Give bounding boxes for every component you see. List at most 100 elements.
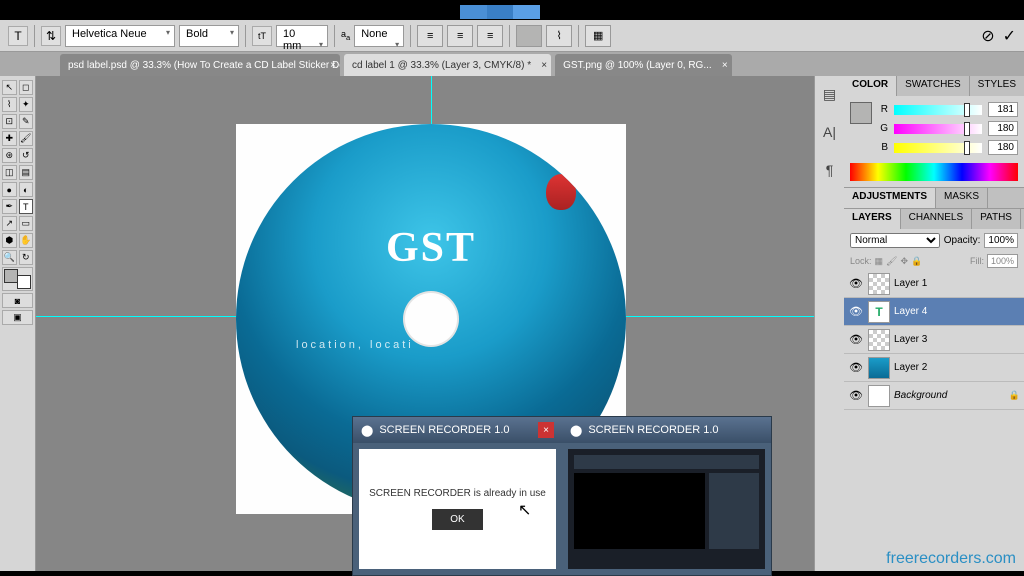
- eraser-tool[interactable]: ◫: [2, 165, 17, 180]
- visibility-toggle[interactable]: 👁: [848, 332, 864, 348]
- layer-item[interactable]: 👁 Layer 1: [844, 270, 1024, 298]
- character-panel-button[interactable]: ▦: [585, 25, 611, 47]
- layer-name[interactable]: Layer 1: [894, 278, 1020, 289]
- tab-swatches[interactable]: SWATCHES: [897, 76, 970, 96]
- history-brush-tool[interactable]: ↺: [19, 148, 34, 163]
- tab-styles[interactable]: STYLES: [970, 76, 1024, 96]
- crop-tool[interactable]: ⊡: [2, 114, 17, 129]
- layer-item[interactable]: 👁T Layer 4: [844, 298, 1024, 326]
- close-icon[interactable]: ×: [722, 60, 728, 71]
- foreground-swatch[interactable]: [850, 102, 872, 124]
- lasso-tool[interactable]: ⌇: [2, 97, 17, 112]
- font-weight-dropdown[interactable]: Bold: [179, 25, 239, 47]
- align-left-button[interactable]: ≡: [417, 25, 443, 47]
- opacity-value[interactable]: 100%: [984, 233, 1018, 248]
- history-panel-icon[interactable]: ▤: [820, 84, 840, 104]
- align-center-button[interactable]: ≡: [447, 25, 473, 47]
- document-tab[interactable]: GST.png @ 100% (Layer 0, RG...×: [555, 54, 732, 76]
- cancel-icon[interactable]: ⊘: [981, 26, 994, 46]
- color-swatches[interactable]: [2, 267, 33, 291]
- marquee-tool[interactable]: ◻: [19, 80, 34, 95]
- type-tool[interactable]: T: [19, 199, 34, 214]
- eyedropper-tool[interactable]: ✎: [19, 114, 34, 129]
- 3d-tool[interactable]: ⬢: [2, 233, 17, 248]
- align-right-button[interactable]: ≡: [477, 25, 503, 47]
- visibility-toggle[interactable]: 👁: [848, 276, 864, 292]
- lock-all-icon[interactable]: 🔒: [911, 256, 922, 267]
- layer-item[interactable]: 👁 Layer 2: [844, 354, 1024, 382]
- layer-thumbnail[interactable]: [868, 329, 890, 351]
- adjust-panel-tabs: ADJUSTMENTS MASKS: [844, 188, 1024, 208]
- brush-tool[interactable]: 🖌: [19, 131, 34, 146]
- layer-thumbnail[interactable]: T: [868, 301, 890, 323]
- close-icon[interactable]: ×: [541, 60, 547, 71]
- path-tool[interactable]: ↗: [2, 216, 17, 231]
- antialiasing-dropdown[interactable]: None: [354, 25, 404, 47]
- font-size-dropdown[interactable]: 10 mm: [276, 25, 328, 47]
- rotate-tool[interactable]: ↻: [19, 250, 34, 265]
- tab-masks[interactable]: MASKS: [936, 188, 988, 208]
- spectrum-bar[interactable]: [850, 163, 1018, 181]
- ok-button[interactable]: OK: [432, 509, 482, 530]
- dodge-tool[interactable]: ◐: [19, 182, 34, 197]
- pen-tool[interactable]: ✒: [2, 199, 17, 214]
- quickmask-toggle[interactable]: ◙: [2, 293, 33, 308]
- close-icon[interactable]: ×: [330, 60, 336, 71]
- hand-tool[interactable]: ✋: [19, 233, 34, 248]
- app-icon: ⬤: [361, 424, 373, 437]
- move-tool[interactable]: ↖: [2, 80, 17, 95]
- cd-logo-text: GST: [386, 224, 476, 272]
- g-slider[interactable]: [894, 124, 982, 134]
- shape-tool[interactable]: ▭: [19, 216, 34, 231]
- zoom-tool[interactable]: 🔍: [2, 250, 17, 265]
- layer-thumbnail[interactable]: [868, 357, 890, 379]
- lock-position-icon[interactable]: ✥: [900, 256, 908, 267]
- tab-paths[interactable]: PATHS: [972, 209, 1021, 229]
- heal-tool[interactable]: ✚: [2, 131, 17, 146]
- layer-thumbnail[interactable]: [868, 273, 890, 295]
- tab-color[interactable]: COLOR: [844, 76, 897, 96]
- document-tab[interactable]: psd label.psd @ 33.3% (How To Create a C…: [60, 54, 340, 76]
- commit-icon[interactable]: ✓: [1003, 26, 1016, 46]
- gradient-tool[interactable]: ▤: [19, 165, 34, 180]
- layer-name[interactable]: Layer 2: [894, 362, 1020, 373]
- r-slider[interactable]: [894, 105, 982, 115]
- paragraph-panel-icon[interactable]: ¶: [820, 160, 840, 180]
- b-value[interactable]: 180: [988, 140, 1018, 155]
- dialog-titlebar[interactable]: ⬤ SCREEN RECORDER 1.0: [562, 417, 771, 443]
- close-icon[interactable]: ×: [538, 422, 554, 438]
- stamp-tool[interactable]: ⊛: [2, 148, 17, 163]
- layer-thumbnail[interactable]: [868, 385, 890, 407]
- g-value[interactable]: 180: [988, 121, 1018, 136]
- right-panels: COLOR SWATCHES STYLES R181 G180 B180 ADJ: [844, 76, 1024, 571]
- layer-item[interactable]: 👁Background🔒: [844, 382, 1024, 410]
- document-tab[interactable]: cd label 1 @ 33.3% (Layer 3, CMYK/8) *×: [344, 54, 551, 76]
- lock-pixels-icon[interactable]: 🖌: [886, 256, 897, 267]
- tab-channels[interactable]: CHANNELS: [901, 209, 972, 229]
- font-family-dropdown[interactable]: Helvetica Neue: [65, 25, 175, 47]
- cd-center-hole: [403, 291, 459, 347]
- layer-name[interactable]: Layer 3: [894, 334, 1020, 345]
- lock-transparency-icon[interactable]: ▦: [875, 256, 884, 267]
- orientation-toggle[interactable]: ⇅: [41, 26, 61, 46]
- blend-mode-select[interactable]: Normal: [850, 233, 940, 248]
- r-value[interactable]: 181: [988, 102, 1018, 117]
- screenmode-toggle[interactable]: ▣: [2, 310, 33, 325]
- layer-name[interactable]: Background: [894, 390, 1009, 401]
- character-panel-icon[interactable]: A|: [820, 122, 840, 142]
- visibility-toggle[interactable]: 👁: [848, 304, 864, 320]
- tab-layers[interactable]: LAYERS: [844, 209, 901, 229]
- layer-item[interactable]: 👁 Layer 3: [844, 326, 1024, 354]
- warp-text-button[interactable]: ⌇: [546, 25, 572, 47]
- dialog-titlebar[interactable]: ⬤ SCREEN RECORDER 1.0 ×: [353, 417, 562, 443]
- tab-adjustments[interactable]: ADJUSTMENTS: [844, 188, 936, 208]
- blur-tool[interactable]: ●: [2, 182, 17, 197]
- text-color-swatch[interactable]: [516, 25, 542, 47]
- visibility-toggle[interactable]: 👁: [848, 388, 864, 404]
- recorder-ui-preview: [568, 449, 765, 569]
- b-slider[interactable]: [894, 143, 982, 153]
- visibility-toggle[interactable]: 👁: [848, 360, 864, 376]
- wand-tool[interactable]: ✦: [19, 97, 34, 112]
- fill-value[interactable]: 100%: [987, 254, 1018, 268]
- layer-name[interactable]: Layer 4: [894, 306, 1020, 317]
